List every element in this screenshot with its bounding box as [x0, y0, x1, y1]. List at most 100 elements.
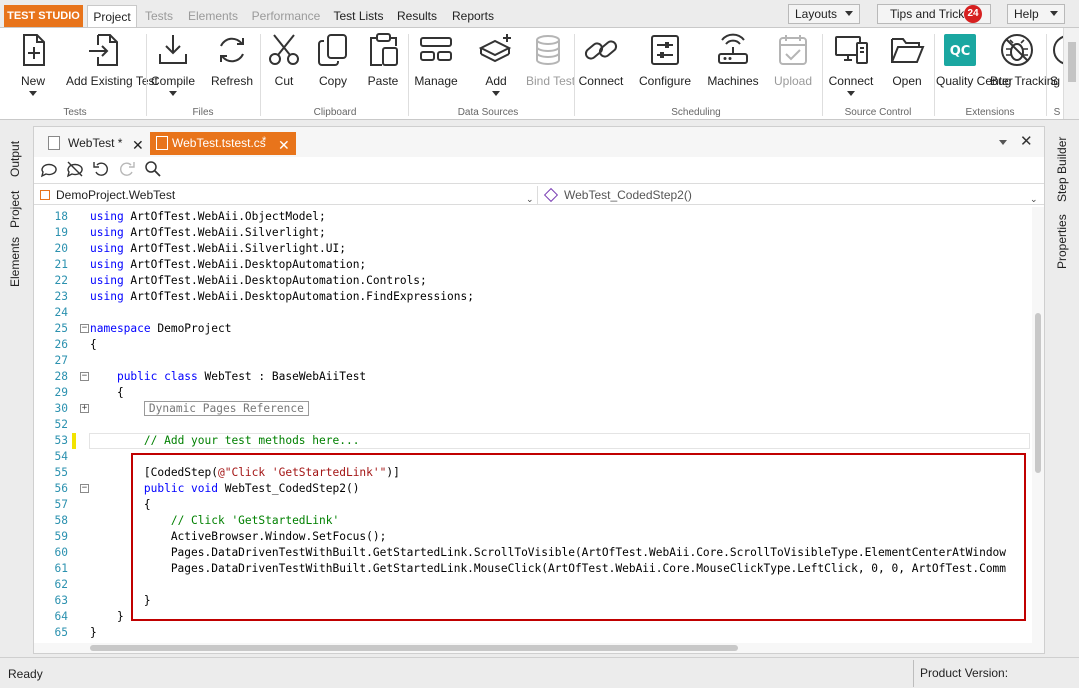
qc-icon-text: QC [950, 44, 971, 59]
member-selector-label: WebTest_CodedStep2() [564, 188, 692, 202]
collapse-region-icon[interactable]: − [80, 324, 89, 333]
tab-reports[interactable]: Reports [448, 5, 498, 27]
upload-button[interactable]: Upload [770, 32, 816, 108]
layouts-dropdown[interactable]: Layouts [788, 4, 860, 24]
panel-tab-output[interactable]: Output [8, 136, 24, 182]
doc-tab-webtest-cs[interactable]: WebTest.tstest.cs * ✕ [150, 132, 296, 155]
machines-button[interactable]: Machines [704, 32, 762, 108]
code-line: 19 using ArtOfTest.WebAii.Silverlight; [34, 225, 1034, 241]
horizontal-scroll-thumb[interactable] [90, 645, 738, 651]
tab-elements[interactable]: Elements [184, 5, 242, 27]
paste-button[interactable]: Paste [360, 32, 406, 108]
left-panel-rail: Output Project Elements [0, 124, 32, 654]
add-existing-test-button[interactable]: Add Existing Test [66, 32, 158, 108]
add-data-source-button[interactable]: Add [472, 32, 520, 108]
ribbon-separator [574, 34, 575, 116]
code-token: ArtOfTest.WebAii.DesktopAutomation; [123, 258, 367, 271]
code-line: 26 { [34, 337, 1034, 353]
chain-link-icon [584, 40, 618, 60]
undo-icon[interactable] [92, 160, 110, 178]
partial-ribbon-button[interactable]: S [1050, 32, 1063, 108]
ribbon-separator [1046, 34, 1047, 116]
redo-icon[interactable] [118, 160, 136, 178]
source-control-connect-button[interactable]: Connect [826, 32, 876, 108]
brand-button[interactable]: TEST STUDIO [4, 5, 83, 27]
compile-label: Compile [150, 74, 195, 88]
line-number: 22 [54, 274, 68, 287]
expand-region-icon[interactable]: + [80, 404, 89, 413]
comment-icon[interactable] [40, 160, 58, 178]
close-document-icon[interactable]: ✕ [1020, 132, 1033, 150]
manage-button[interactable]: Manage [412, 32, 460, 108]
uncomment-icon[interactable] [66, 160, 84, 178]
tab-performance[interactable]: Performance [249, 5, 323, 27]
tab-project[interactable]: Project [87, 5, 137, 28]
new-button[interactable]: New [10, 32, 56, 108]
member-selector[interactable]: WebTest_CodedStep2() ⌄ [543, 186, 1042, 204]
bug-icon [1001, 34, 1033, 66]
code-editor[interactable]: 18 using ArtOfTest.WebAii.ObjectModel; 19 u… [34, 207, 1044, 643]
collapse-region-icon[interactable]: − [80, 484, 89, 493]
tab-results[interactable]: Results [394, 5, 440, 27]
code-text: } [90, 625, 97, 641]
ribbon-separator [934, 34, 935, 116]
compile-button[interactable]: Compile [150, 32, 196, 108]
tab-list-dropdown-icon[interactable] [999, 140, 1007, 145]
code-token: } [90, 626, 97, 639]
panel-tab-elements[interactable]: Elements [8, 236, 24, 288]
configure-button[interactable]: Configure [636, 32, 694, 108]
doc-tab-webtest[interactable]: WebTest * ✕ [42, 132, 148, 155]
line-number: 24 [54, 306, 68, 319]
scheduling-connect-button[interactable]: Connect [576, 32, 626, 108]
line-number: 54 [54, 450, 68, 463]
line-number: 61 [54, 562, 68, 575]
vertical-scroll-thumb[interactable] [1035, 313, 1041, 473]
code-token: DemoProject [150, 322, 232, 335]
collapse-region-icon[interactable]: − [80, 372, 89, 381]
help-dropdown[interactable]: Help [1007, 4, 1065, 24]
group-source-control-label: Source Control [844, 107, 912, 118]
panel-tab-project[interactable]: Project [8, 186, 24, 232]
ribbon-separator [822, 34, 823, 116]
refresh-label: Refresh [210, 74, 254, 88]
source-control-connect-label: Connect [828, 74, 874, 88]
open-button[interactable]: Open [884, 32, 930, 108]
ribbon-scroll-thumb[interactable] [1068, 42, 1076, 82]
close-icon[interactable]: ✕ [278, 134, 290, 156]
bug-tracking-button[interactable]: Bug Tracking [990, 32, 1060, 108]
tab-test-lists[interactable]: Test Lists [331, 5, 386, 27]
horizontal-scrollbar[interactable] [34, 643, 1044, 653]
chevron-down-icon: ⌄ [1030, 194, 1038, 204]
tips-count-badge: 24 [964, 5, 982, 23]
vertical-scrollbar[interactable] [1032, 207, 1044, 643]
panel-tab-properties[interactable]: Properties [1055, 214, 1071, 270]
code-text: using ArtOfTest.WebAii.DesktopAutomation… [90, 273, 427, 289]
code-text: using ArtOfTest.WebAii.Silverlight; [90, 225, 326, 241]
code-token: using [90, 258, 124, 271]
line-number: 21 [54, 258, 68, 271]
copy-button[interactable]: Copy [310, 32, 356, 108]
class-selector[interactable]: DemoProject.WebTest ⌄ [38, 186, 538, 204]
close-icon[interactable]: ✕ [132, 134, 144, 156]
refresh-button[interactable]: Refresh [208, 32, 256, 108]
code-text: using ArtOfTest.WebAii.Silverlight.UI; [90, 241, 346, 257]
tab-tests[interactable]: Tests [141, 5, 177, 27]
import-icon [89, 34, 118, 66]
code-token: { [90, 338, 97, 351]
search-icon[interactable] [144, 160, 162, 178]
panel-tab-step-builder[interactable]: Step Builder [1055, 136, 1071, 202]
code-text: public class WebTest : BaseWebAiiTest [90, 369, 366, 385]
quality-center-button[interactable]: QC Quality Center [936, 32, 1013, 108]
bind-test-button[interactable]: Bind Test [526, 32, 575, 108]
ribbon-scrollbar[interactable] [1063, 28, 1079, 119]
class-icon [40, 190, 50, 200]
code-text: { [90, 385, 124, 401]
folder-icon [891, 38, 925, 63]
code-file-icon [156, 136, 168, 150]
code-line: 52 [34, 417, 1034, 433]
cut-button[interactable]: Cut [264, 32, 304, 108]
collapsed-region[interactable]: Dynamic Pages Reference [143, 401, 309, 416]
code-token: ArtOfTest.WebAii.Silverlight.UI; [123, 242, 346, 255]
line-number: 55 [54, 466, 68, 479]
